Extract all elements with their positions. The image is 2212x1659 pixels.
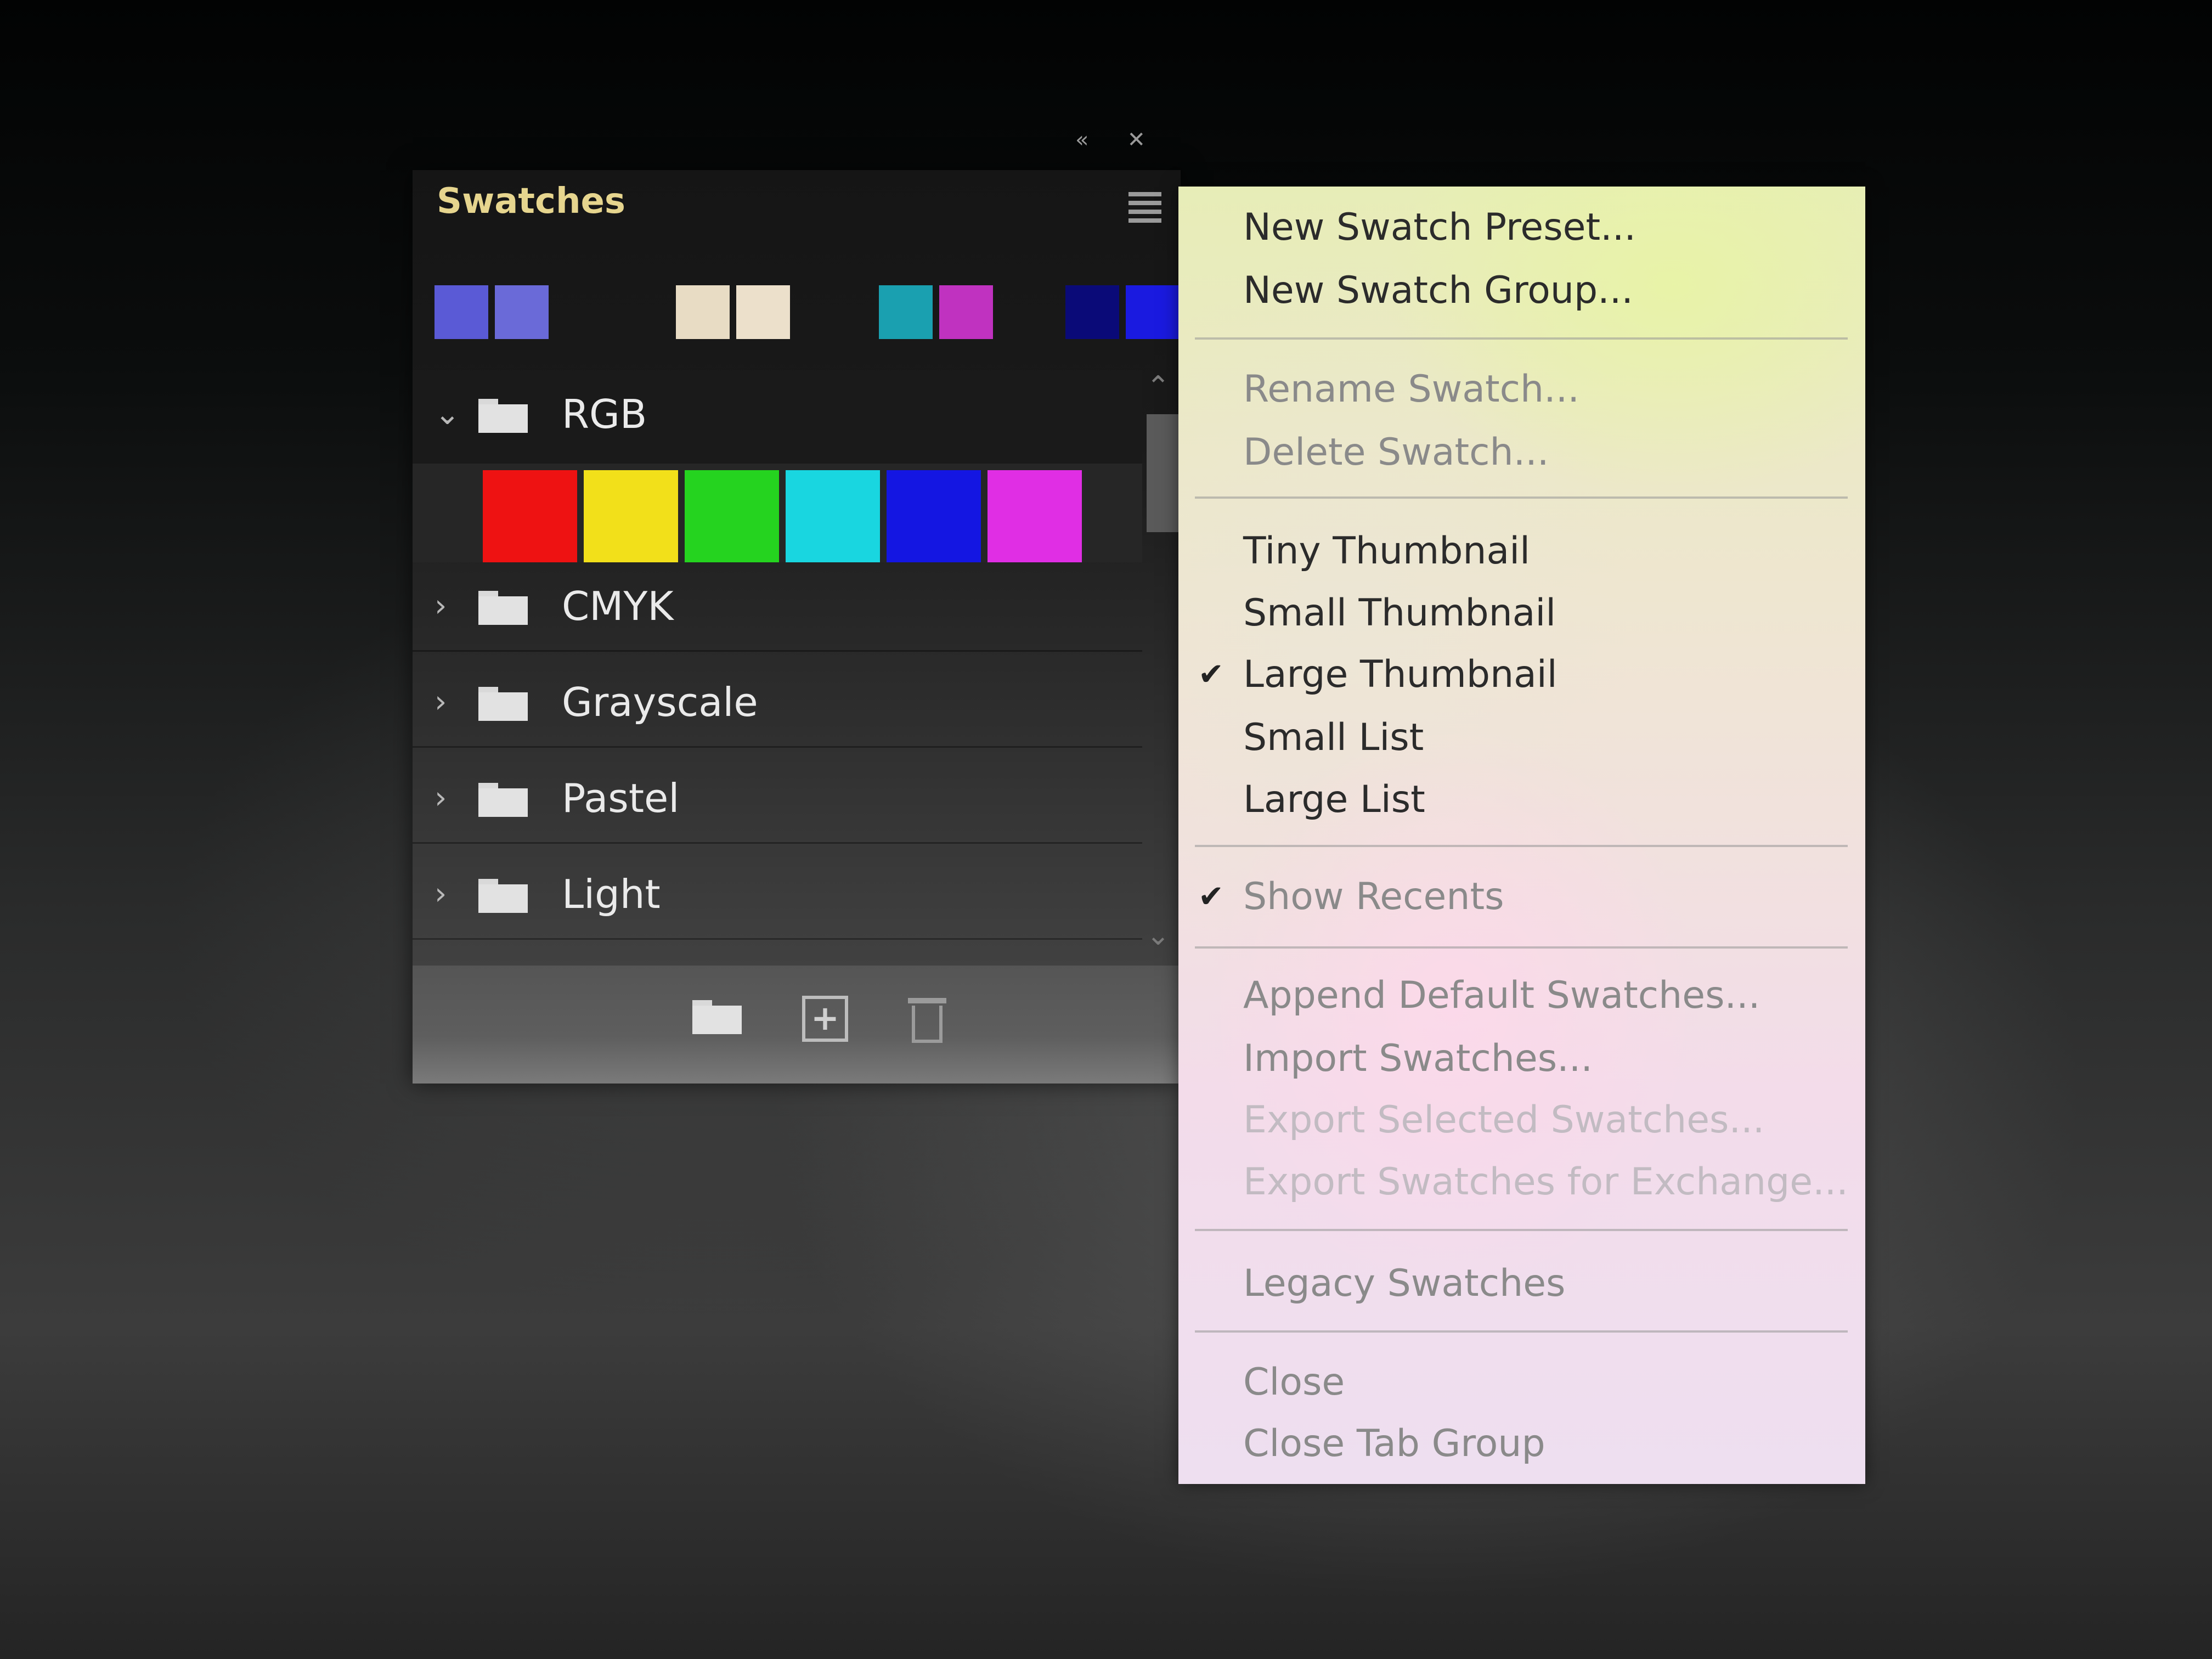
swatch-group-list: ⌄ RGB › CMYK › Grayscale › Pastel › Ligh… [413, 370, 1181, 966]
menu-item-close-tab-group[interactable]: Close Tab Group [1243, 1417, 1847, 1471]
delete-swatch-button[interactable] [900, 990, 955, 1045]
recent-swatch[interactable] [1126, 285, 1180, 339]
group-row-grayscale[interactable]: › Grayscale [413, 658, 1142, 748]
folder-icon [692, 1000, 742, 1034]
folder-icon [478, 879, 528, 913]
new-swatch-button[interactable]: + [797, 990, 851, 1045]
panel-title-tab[interactable]: Swatches [437, 181, 625, 222]
menu-separator [1195, 337, 1848, 340]
chevron-right-icon[interactable]: › [435, 590, 462, 623]
swatches-panel: Swatches ⌄ RGB › CMYK › Grayscale › Past… [413, 170, 1181, 1084]
folder-icon [478, 591, 528, 625]
recent-swatch[interactable] [939, 285, 993, 339]
rgb-swatch[interactable] [887, 470, 981, 562]
rgb-swatches [413, 464, 1142, 562]
menu-item-small-thumbnail[interactable]: Small Thumbnail [1243, 586, 1847, 641]
group-row-pastel[interactable]: › Pastel [413, 754, 1142, 844]
rgb-swatch[interactable] [786, 470, 880, 562]
trash-icon [908, 994, 946, 1043]
group-label: CMYK [562, 583, 674, 629]
menu-item-append-default-swatches[interactable]: Append Default Swatches... [1243, 968, 1847, 1023]
scroll-up-icon[interactable]: ⌃ [1136, 370, 1181, 403]
rgb-swatch[interactable] [685, 470, 779, 562]
recent-swatches [435, 285, 1180, 340]
close-dock-icon[interactable]: ✕ [1127, 123, 1146, 156]
menu-item-close[interactable]: Close [1243, 1355, 1847, 1410]
panel-footer: + [413, 966, 1181, 1084]
menu-item-new-swatch-preset[interactable]: New Swatch Preset... [1243, 200, 1847, 255]
rgb-swatch[interactable] [483, 470, 577, 562]
list-scrollbar[interactable]: ⌃ ⌄ [1136, 370, 1181, 966]
recent-swatch[interactable] [676, 285, 730, 339]
collapse-panels-icon[interactable]: « [1075, 123, 1088, 156]
checkmark-icon: ✔ [1198, 879, 1224, 915]
menu-separator [1195, 1330, 1848, 1333]
menu-item-large-list[interactable]: Large List [1243, 772, 1847, 827]
recent-swatch[interactable] [736, 285, 790, 339]
recent-swatch[interactable] [879, 285, 933, 339]
chevron-right-icon[interactable]: › [435, 878, 462, 911]
rgb-swatch[interactable] [584, 470, 678, 562]
group-label: Grayscale [562, 679, 758, 725]
recent-swatch[interactable] [495, 285, 549, 339]
menu-separator [1195, 496, 1848, 499]
group-label: Light [562, 871, 661, 917]
swatches-flyout-menu: New Swatch Preset... New Swatch Group... R… [1178, 187, 1865, 1484]
panel-menu-icon[interactable] [1128, 192, 1161, 223]
panel-header: Swatches [413, 170, 1181, 241]
plus-box-icon: + [802, 996, 848, 1042]
menu-item-export-selected-swatches: Export Selected Swatches... [1243, 1098, 1765, 1142]
folder-icon [478, 783, 528, 817]
menu-item-import-swatches[interactable]: Import Swatches... [1243, 1031, 1847, 1086]
menu-item-export-swatches-for-exchange: Export Swatches for Exchange... [1243, 1160, 1848, 1204]
scroll-down-icon[interactable]: ⌄ [1136, 919, 1181, 952]
folder-icon [478, 399, 528, 433]
group-label: RGB [562, 391, 647, 437]
menu-separator [1195, 1229, 1848, 1231]
menu-separator [1195, 845, 1848, 847]
group-row-rgb[interactable]: ⌄ RGB [413, 370, 1142, 465]
menu-item-tiny-thumbnail[interactable]: Tiny Thumbnail [1243, 524, 1847, 579]
menu-item-large-thumbnail[interactable]: Large Thumbnail [1243, 647, 1847, 702]
menu-separator [1195, 946, 1848, 949]
menu-item-small-list[interactable]: Small List [1243, 710, 1847, 765]
chevron-down-icon[interactable]: ⌄ [435, 398, 462, 431]
dock-header: « ✕ [1075, 123, 1169, 156]
menu-item-delete-swatch[interactable]: Delete Swatch... [1243, 425, 1847, 480]
chevron-right-icon[interactable]: › [435, 782, 462, 815]
group-row-light[interactable]: › Light [413, 850, 1142, 940]
recent-swatch[interactable] [1065, 285, 1119, 339]
menu-item-legacy-swatches[interactable]: Legacy Swatches [1243, 1256, 1847, 1311]
menu-item-new-swatch-group[interactable]: New Swatch Group... [1243, 263, 1847, 318]
group-row-cmyk[interactable]: › CMYK [413, 562, 1142, 652]
rgb-swatch[interactable] [988, 470, 1082, 562]
menu-item-show-recents[interactable]: Show Recents [1243, 870, 1847, 924]
folder-icon [478, 687, 528, 721]
menu-item-rename-swatch[interactable]: Rename Swatch... [1243, 362, 1847, 417]
recent-swatch[interactable] [435, 285, 488, 339]
new-group-button[interactable] [690, 990, 744, 1045]
checkmark-icon: ✔ [1198, 657, 1224, 692]
group-label: Pastel [562, 775, 680, 821]
scroll-thumb[interactable] [1147, 414, 1181, 532]
chevron-right-icon[interactable]: › [435, 686, 462, 719]
